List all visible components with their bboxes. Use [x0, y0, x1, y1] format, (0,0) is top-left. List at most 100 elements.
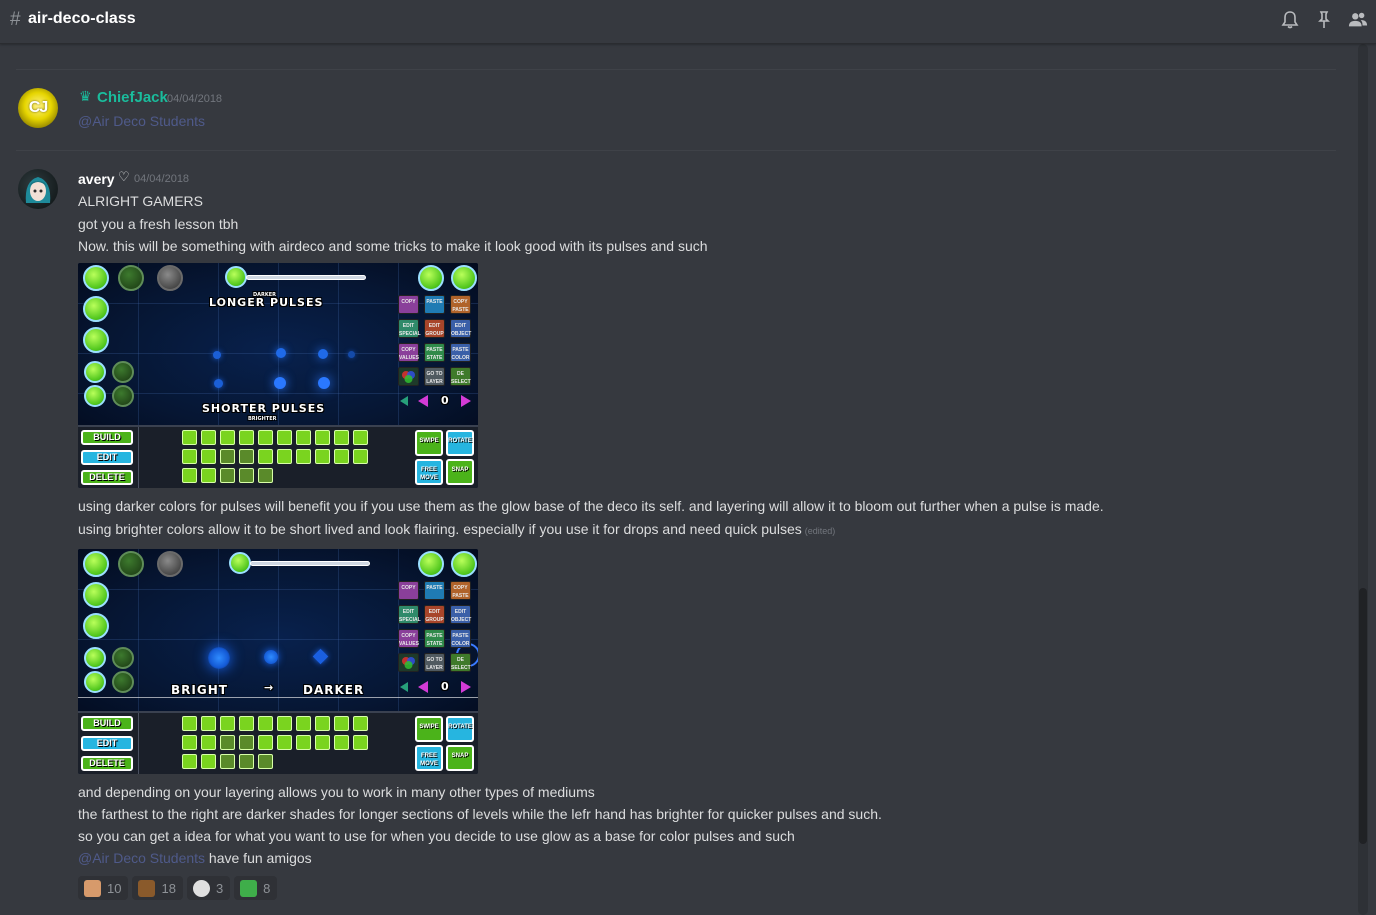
- unlink-button[interactable]: [112, 385, 134, 407]
- pause-button[interactable]: [451, 551, 477, 577]
- author-name[interactable]: avery: [78, 171, 115, 187]
- copy-button[interactable]: COPY: [398, 295, 419, 314]
- swipe-slider-handle[interactable]: [229, 552, 251, 574]
- scrollbar-thumb[interactable]: [1359, 588, 1367, 844]
- undo-button[interactable]: [83, 551, 109, 577]
- header-toolbar: [1280, 10, 1368, 30]
- edit-mode-button[interactable]: EDIT: [81, 736, 133, 751]
- bell-icon[interactable]: [1280, 10, 1300, 30]
- go-to-layer-button[interactable]: GO TO LAYER: [424, 653, 445, 672]
- members-icon[interactable]: [1348, 10, 1368, 30]
- swipe-button[interactable]: SWIPE: [415, 716, 443, 742]
- layer-prev-all-icon[interactable]: [400, 682, 408, 692]
- reaction-count: 10: [107, 880, 122, 896]
- paste-color-button[interactable]: PASTE COLOR: [450, 629, 471, 648]
- zoom-slider[interactable]: [246, 275, 366, 280]
- swipe-button[interactable]: SWIPE: [415, 430, 443, 456]
- copy-paste-button[interactable]: COPY PASTE: [450, 295, 471, 314]
- playtest-button[interactable]: [83, 327, 109, 353]
- color-circles-button[interactable]: [398, 367, 419, 386]
- reaction[interactable]: 10: [78, 876, 129, 900]
- reaction-count: 18: [161, 880, 176, 896]
- deselect-button[interactable]: DE SELECT: [450, 653, 471, 672]
- link-button[interactable]: [112, 361, 134, 383]
- layer-prev-all-icon[interactable]: [400, 396, 408, 406]
- music-button[interactable]: [83, 582, 109, 608]
- avatar[interactable]: [18, 169, 58, 209]
- layer-prev-icon[interactable]: [418, 681, 428, 693]
- message-line: @Air Deco Students have fun amigos: [78, 850, 312, 866]
- trash-button[interactable]: [157, 551, 183, 577]
- paste-color-button[interactable]: PASTE COLOR: [450, 343, 471, 362]
- paste-state-button[interactable]: PASTE STATE: [424, 629, 445, 648]
- music-button[interactable]: [83, 296, 109, 322]
- label-brighter: BRIGHTER: [248, 416, 277, 422]
- undo-button[interactable]: [83, 265, 109, 291]
- edit-object-button[interactable]: EDIT OBJECT: [450, 605, 471, 624]
- color-circles-button[interactable]: [398, 653, 419, 672]
- edit-group-button[interactable]: EDIT GROUP: [424, 605, 445, 624]
- paste-button[interactable]: PASTE: [424, 581, 445, 600]
- rotate-button[interactable]: ROTATE: [446, 716, 474, 742]
- editor-toolbar: BUILD EDIT DELETE SWIPE ROTATE FREE MOVE…: [78, 711, 478, 774]
- avatar[interactable]: CJ: [18, 88, 58, 128]
- go-to-layer-button[interactable]: GO TO LAYER: [424, 367, 445, 386]
- rotate-button[interactable]: ROTATE: [446, 430, 474, 456]
- free-move-button[interactable]: FREE MOVE: [415, 745, 443, 771]
- link-button[interactable]: [112, 647, 134, 669]
- mention[interactable]: @Air Deco Students: [78, 850, 205, 866]
- edit-special-button[interactable]: EDIT SPECIAL: [398, 605, 421, 624]
- reaction[interactable]: 8: [234, 876, 278, 900]
- settings-button[interactable]: [418, 265, 444, 291]
- paste-state-button[interactable]: PASTE STATE: [424, 343, 445, 362]
- edit-special-button[interactable]: EDIT SPECIAL: [398, 319, 421, 338]
- trash-button[interactable]: [157, 265, 183, 291]
- zoom-in-button[interactable]: [84, 361, 106, 383]
- build-mode-button[interactable]: BUILD: [81, 430, 133, 445]
- reaction[interactable]: 18: [132, 876, 183, 900]
- zoom-in-button[interactable]: [84, 647, 106, 669]
- copy-values-button[interactable]: COPY VALUES: [398, 629, 419, 648]
- delete-mode-button[interactable]: DELETE: [81, 756, 133, 771]
- reaction-count: 3: [215, 880, 224, 896]
- zoom-slider[interactable]: [250, 561, 370, 566]
- author-name[interactable]: ChiefJack: [97, 89, 168, 106]
- unlink-button[interactable]: [112, 671, 134, 693]
- edit-mode-button[interactable]: EDIT: [81, 450, 133, 465]
- avatar-initials: CJ: [28, 99, 48, 116]
- pin-icon[interactable]: [1314, 10, 1334, 30]
- layer-next-icon[interactable]: [461, 395, 471, 407]
- redo-button[interactable]: [118, 551, 144, 577]
- deselect-button[interactable]: DE SELECT: [450, 367, 471, 386]
- build-mode-button[interactable]: BUILD: [81, 716, 133, 731]
- pause-button[interactable]: [451, 265, 477, 291]
- delete-mode-button[interactable]: DELETE: [81, 470, 133, 485]
- attachment-image-1[interactable]: DARKER LONGER PULSES SHORTER PULSES BRIG…: [78, 263, 478, 488]
- free-move-button[interactable]: FREE MOVE: [415, 459, 443, 485]
- layer-next-icon[interactable]: [461, 681, 471, 693]
- settings-button[interactable]: [418, 551, 444, 577]
- message-line: and depending on your layering allows yo…: [78, 784, 595, 800]
- snap-button[interactable]: SNAP: [446, 745, 474, 771]
- copy-button[interactable]: COPY: [398, 581, 419, 600]
- attachment-image-2[interactable]: BRIGHT → DARKER COPY PASTE COPY PASTE ED…: [78, 549, 478, 774]
- label-bright: BRIGHT: [171, 683, 228, 697]
- redo-button[interactable]: [118, 265, 144, 291]
- swipe-slider-handle[interactable]: [225, 266, 247, 288]
- paste-button[interactable]: PASTE: [424, 295, 445, 314]
- zoom-out-button[interactable]: [84, 671, 106, 693]
- snap-button[interactable]: SNAP: [446, 459, 474, 485]
- edit-object-button[interactable]: EDIT OBJECT: [450, 319, 471, 338]
- copy-paste-button[interactable]: COPY PASTE: [450, 581, 471, 600]
- copy-values-button[interactable]: COPY VALUES: [398, 343, 419, 362]
- layer-prev-icon[interactable]: [418, 395, 428, 407]
- edit-group-button[interactable]: EDIT GROUP: [424, 319, 445, 338]
- reaction[interactable]: 3: [186, 876, 231, 900]
- face-emoji-icon: [138, 879, 156, 897]
- message-line-edited: using brighter colors allow it to be sho…: [78, 521, 835, 537]
- message-line: the farthest to the right are darker sha…: [78, 806, 882, 822]
- mention[interactable]: @Air Deco Students: [78, 113, 205, 129]
- playtest-button[interactable]: [83, 613, 109, 639]
- zoom-out-button[interactable]: [84, 385, 106, 407]
- channel-header: # air-deco-class: [0, 0, 1376, 44]
